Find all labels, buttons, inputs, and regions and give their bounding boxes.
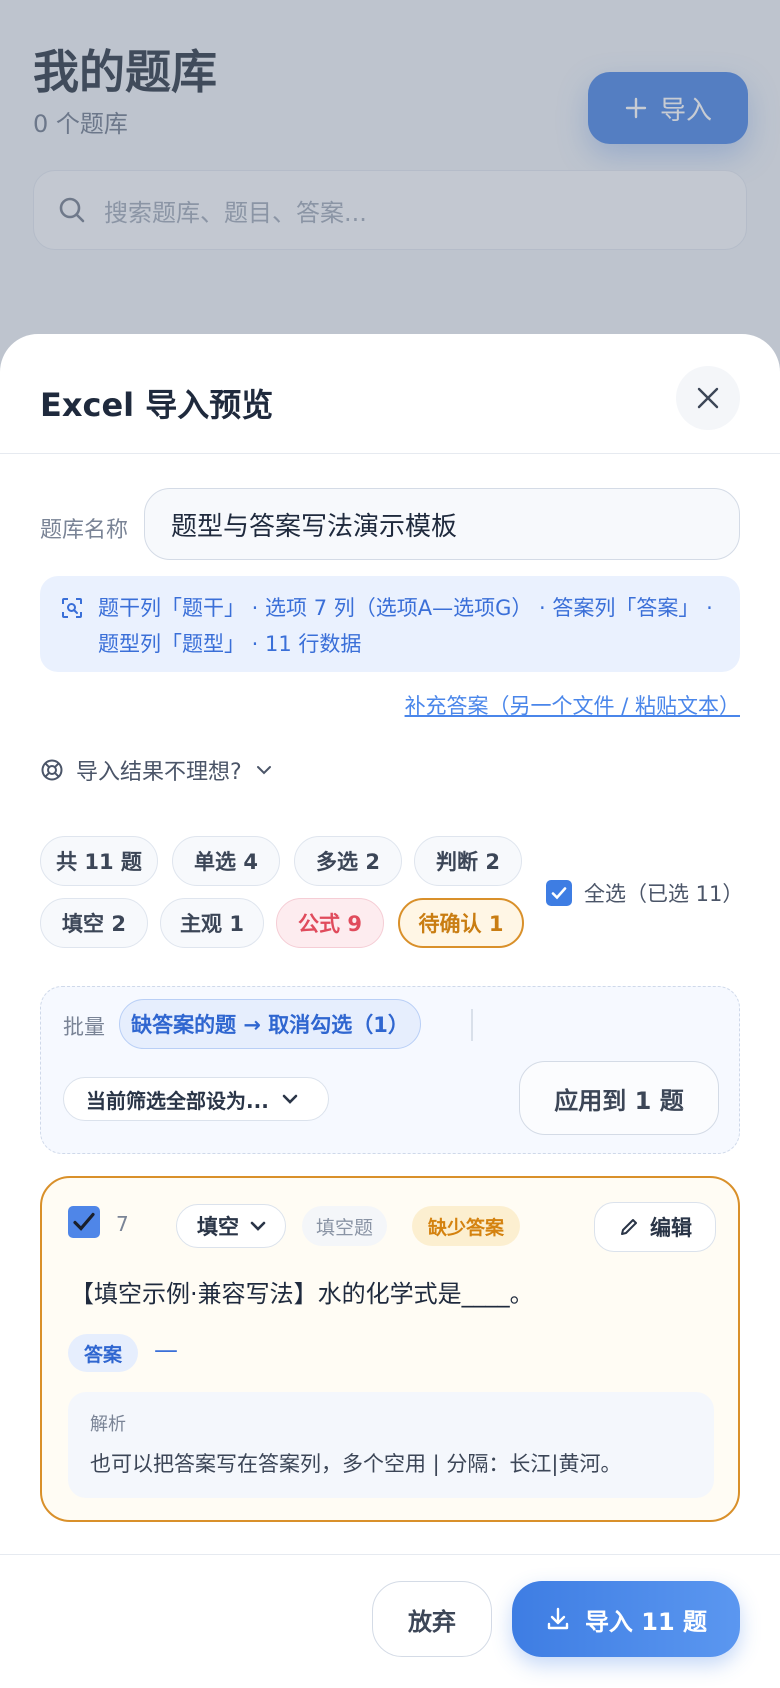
edit-label: 编辑 xyxy=(650,1216,692,1240)
answer-label: 答案 xyxy=(68,1334,139,1372)
checkbox-checked-icon xyxy=(546,880,572,906)
detect-info-box: 题干列「题干」 · 选项 7 列（选项A—选项G） · 答案列「答案」 · 题型… xyxy=(40,576,740,672)
explanation-label: 解析 xyxy=(90,1414,126,1435)
missing-answer-badge: 缺少答案 xyxy=(412,1206,521,1246)
import-preview-sheet: Excel 导入预览 题库名称 题型与答案写法演示模板 题干列「题干」 · 选项… xyxy=(0,334,780,1688)
edit-button[interactable]: 编辑 xyxy=(594,1202,716,1252)
question-checkbox[interactable] xyxy=(68,1206,100,1238)
lifebuoy-icon xyxy=(41,759,63,781)
discard-button[interactable]: 放弃 xyxy=(372,1581,492,1657)
chevron-down-icon xyxy=(282,1094,298,1104)
sheet-title: Excel 导入预览 xyxy=(40,386,274,424)
type-tag: 填空题 xyxy=(302,1206,388,1246)
close-icon xyxy=(697,387,719,409)
chip-subjective[interactable]: 主观 1 xyxy=(160,898,264,948)
sheet-header: Excel 导入预览 xyxy=(0,334,780,454)
download-icon xyxy=(547,1607,569,1630)
batch-select-value: 当前筛选全部设为... xyxy=(86,1088,269,1113)
close-button[interactable] xyxy=(676,366,740,430)
select-all-label: 全选（已选 11） xyxy=(584,882,744,906)
select-all-checkbox[interactable]: 全选（已选 11） xyxy=(546,878,743,908)
type-select-value: 填空 xyxy=(197,1215,239,1239)
supplement-answer-link[interactable]: 补充答案（另一个文件 / 粘贴文本） xyxy=(405,690,740,720)
chip-multi-choice[interactable]: 多选 2 xyxy=(294,836,402,886)
pencil-icon xyxy=(621,1219,637,1235)
chip-single-choice[interactable]: 单选 4 xyxy=(172,836,280,886)
batch-type-select[interactable]: 当前筛选全部设为... xyxy=(63,1077,329,1121)
explanation-box: 解析 也可以把答案写在答案列，多个空用 | 分隔：长江|黄河。 xyxy=(68,1392,714,1498)
chevron-down-icon xyxy=(256,766,271,775)
chip-all[interactable]: 共 11 题 xyxy=(40,836,158,886)
confirm-import-button[interactable]: 导入 11 题 xyxy=(512,1581,740,1657)
explanation-text: 也可以把答案写在答案列，多个空用 | 分隔：长江|黄河。 xyxy=(90,1452,622,1476)
chip-fill-blank[interactable]: 填空 2 xyxy=(40,898,148,948)
batch-label: 批量 xyxy=(63,1015,105,1039)
batch-panel: 批量 缺答案的题 → 取消勾选（1） 当前筛选全部设为... 应用到 1 题 xyxy=(40,986,740,1154)
chip-pending[interactable]: 待确认 1 xyxy=(398,898,524,948)
chevron-down-icon xyxy=(250,1221,266,1231)
check-icon xyxy=(73,1212,95,1231)
confirm-import-label: 导入 11 题 xyxy=(584,1607,708,1636)
answer-value: — xyxy=(154,1336,178,1364)
chip-true-false[interactable]: 判断 2 xyxy=(414,836,522,886)
question-type-select[interactable]: 填空 xyxy=(176,1204,286,1248)
detect-info-text: 题干列「题干」 · 选项 7 列（选项A—选项G） · 答案列「答案」 · 题型… xyxy=(98,596,713,656)
uncheck-missing-answer-button[interactable]: 缺答案的题 → 取消勾选（1） xyxy=(119,999,421,1049)
divider xyxy=(471,1009,473,1041)
help-text: 导入结果不理想? xyxy=(76,760,242,785)
question-card: 7 填空 填空题 缺少答案 编辑 【填空示例·兼容写法】水的化学式是____。 … xyxy=(40,1176,740,1522)
chip-formula[interactable]: 公式 9 xyxy=(276,898,384,948)
question-text: 【填空示例·兼容写法】水的化学式是____。 xyxy=(70,1280,534,1308)
help-toggle[interactable]: 导入结果不理想? xyxy=(40,754,274,786)
sheet-footer: 放弃 导入 11 题 xyxy=(0,1554,780,1688)
scan-icon xyxy=(62,598,82,618)
question-number: 7 xyxy=(116,1212,129,1236)
bank-name-label: 题库名称 xyxy=(40,518,129,543)
apply-button[interactable]: 应用到 1 题 xyxy=(519,1061,719,1135)
bank-name-input[interactable]: 题型与答案写法演示模板 xyxy=(144,488,740,560)
